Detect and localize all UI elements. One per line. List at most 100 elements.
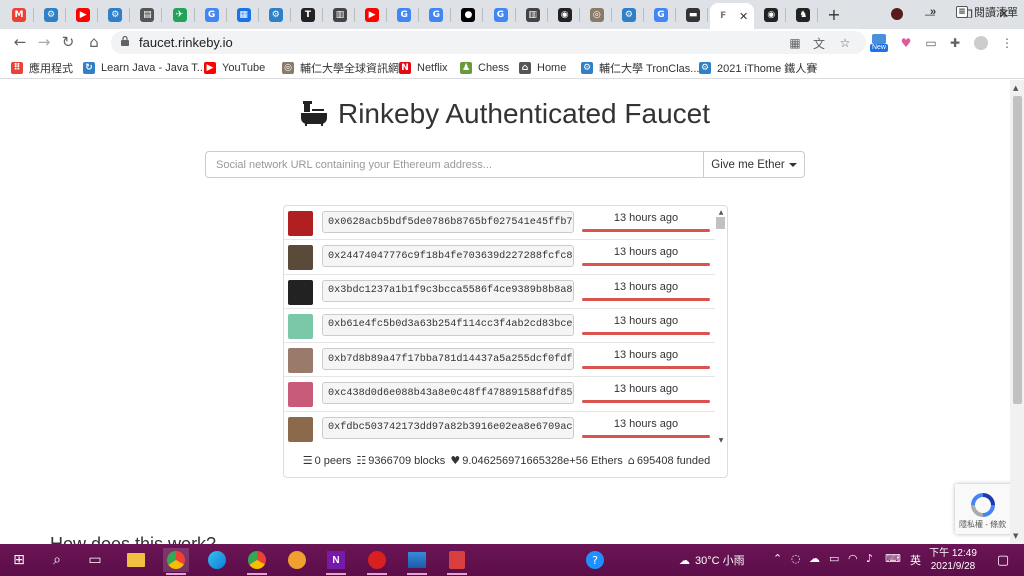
address-bar[interactable]: faucet.rinkeby.io ▦ 文 ☆ (111, 31, 866, 54)
browser-tab[interactable]: ✈ (165, 3, 195, 27)
page-scroll-down-icon[interactable]: ▼ (1013, 532, 1018, 540)
list-scroll-thumb[interactable] (716, 217, 725, 229)
page-scroll-up-icon[interactable]: ▲ (1013, 84, 1018, 92)
bookmark-item[interactable]: ◎ 輔仁大學全球資訊網 (282, 60, 399, 76)
onenote-icon[interactable]: N (323, 548, 349, 575)
ethereum-address[interactable]: 0xb61e4fc5b0d3a63b254f114cc3f4ab2cd83bce… (322, 313, 574, 336)
profile-avatar[interactable] (972, 35, 990, 51)
avatar[interactable] (288, 313, 313, 339)
ethereum-address[interactable]: 0xb7d8b89a47f17bba781d14437a5a255dcf0fdf… (322, 348, 574, 371)
browser-tab[interactable]: M (4, 3, 34, 27)
git-client-icon[interactable] (444, 548, 470, 575)
bookmark-item[interactable]: ⌂ Home (519, 60, 566, 76)
bookmark-item[interactable]: N Netflix (399, 60, 448, 76)
browser-tab[interactable]: ▬ (678, 3, 709, 27)
wifi-icon[interactable]: ◠ (848, 552, 858, 565)
recaptcha-badge[interactable]: 隱私權 - 條款 (955, 484, 1010, 534)
browser-tab[interactable]: T (293, 3, 323, 27)
browser-tab[interactable]: ▥ (518, 3, 548, 27)
ethereum-address[interactable]: 0x3bdc1237a1b1f9c3bcca5586f4ce9389b8b8a8… (322, 279, 574, 302)
new-extension-icon[interactable]: New (869, 33, 889, 53)
ethereum-address[interactable]: 0x0628acb5bdf5de0786b8765bf027541e45ffb7… (322, 211, 574, 233)
chrome-menu-icon[interactable]: ⋮ (998, 35, 1016, 51)
avatar[interactable] (288, 382, 313, 408)
new-tab-button[interactable]: + (824, 4, 844, 24)
bookmark-item[interactable]: ⠿ 應用程式 (11, 60, 73, 76)
social-url-input[interactable] (205, 151, 703, 178)
show-hidden-icons[interactable]: ⌃ (773, 552, 782, 565)
active-tab[interactable]: F ✕ (710, 3, 755, 29)
browser-tab[interactable]: ● (453, 3, 484, 27)
file-explorer-icon[interactable] (123, 548, 149, 572)
chrome-profile-taskbar-icon[interactable] (244, 548, 270, 575)
bookmark-item[interactable]: ⚙ 輔仁大學 TronClas... (581, 60, 699, 76)
avatar[interactable] (288, 245, 313, 271)
browser-tab[interactable]: ▶ (68, 3, 99, 27)
photos-icon[interactable] (404, 548, 430, 575)
back-icon[interactable]: ← (10, 32, 30, 52)
list-scrollbar[interactable]: ▲ ▼ (716, 208, 726, 444)
scroll-down-icon[interactable]: ▼ (716, 436, 726, 444)
weather-widget[interactable]: ☁ 30°C 小雨 (679, 552, 745, 568)
bookmark-item[interactable]: ▶ YouTube (204, 60, 265, 76)
cloud-icon[interactable]: ☁ (809, 552, 820, 565)
brave-browser-icon[interactable] (284, 548, 310, 572)
help-icon[interactable]: ? (582, 548, 608, 572)
browser-tab[interactable]: G (389, 3, 420, 27)
task-view-icon[interactable]: ▭ (82, 548, 108, 572)
extensions-puzzle-icon[interactable]: ✚ (946, 35, 964, 51)
bookmark-star-icon[interactable]: ☆ (837, 35, 853, 51)
browser-tab[interactable]: ◉ (756, 3, 787, 27)
ethereum-address[interactable]: 0xc438d0d6e088b43a8e0c48ff478891588fdf85… (322, 382, 574, 405)
page-scrollbar[interactable]: ▲ ▼ (1010, 80, 1024, 544)
browser-tab[interactable]: G (421, 3, 452, 27)
browser-tab[interactable]: G (486, 3, 516, 27)
page-scroll-thumb[interactable] (1013, 96, 1022, 404)
ethereum-address[interactable]: 0x24474047776c9f18b4fe703639d227288fcfc8… (322, 245, 574, 268)
translate-icon[interactable]: 文 (811, 35, 827, 51)
volume-icon[interactable]: ♪ (866, 552, 873, 565)
avatar[interactable] (288, 211, 313, 236)
avatar[interactable] (288, 348, 313, 374)
app-red-icon[interactable] (364, 548, 390, 575)
avatar[interactable] (288, 279, 313, 305)
cast-icon[interactable]: ▭ (922, 35, 940, 51)
heart-extension-icon[interactable]: ♥ (897, 35, 915, 51)
browser-tab[interactable]: G (646, 3, 676, 27)
keyboard-icon[interactable]: ⌨ (885, 552, 901, 565)
search-icon[interactable]: ⌕ (44, 548, 70, 572)
bookmark-item[interactable]: ⚙ 2021 iThome 鐵人賽 (699, 60, 817, 76)
browser-tab[interactable]: ◉ (550, 3, 580, 27)
browser-tab[interactable]: G (197, 3, 227, 27)
browser-tab[interactable]: ▶ (357, 3, 388, 27)
laptop-icon[interactable]: ▭ (829, 552, 839, 565)
browser-tab[interactable]: ▤ (132, 3, 163, 27)
scroll-up-icon[interactable]: ▲ (716, 208, 726, 216)
browser-tab[interactable]: ⚙ (36, 3, 67, 27)
browser-tab[interactable]: ⚙ (100, 3, 131, 27)
browser-tab[interactable]: ▥ (325, 3, 355, 27)
reload-icon[interactable]: ↻ (58, 32, 78, 52)
recaptcha-privacy-terms[interactable]: 隱私權 - 條款 (959, 519, 1006, 530)
windows-start-icon[interactable]: ⊞ (6, 548, 32, 572)
browser-tab[interactable]: ♞ (788, 3, 819, 27)
close-tab-icon[interactable]: ✕ (739, 10, 748, 23)
qr-code-icon[interactable]: ▦ (787, 35, 803, 51)
bookmark-item[interactable]: ↻ Learn Java - Java T... (83, 60, 206, 76)
notifications-icon[interactable]: ▢ (990, 548, 1016, 572)
ime-indicator[interactable]: 英 (910, 552, 921, 568)
onedrive-icon[interactable]: ◌ (791, 552, 801, 565)
reading-list-button[interactable]: ≡ 閱讀清單 (956, 4, 1018, 20)
system-clock[interactable]: 下午 12:49 2021/9/28 (928, 547, 978, 573)
chrome-taskbar-icon[interactable] (163, 548, 189, 575)
give-me-ether-button[interactable]: Give me Ether (703, 151, 805, 178)
profile-menu-icon[interactable] (889, 4, 905, 24)
forward-icon[interactable]: → (34, 32, 54, 52)
browser-tab[interactable]: ⚙ (261, 3, 291, 27)
requests-list[interactable]: 0x0628acb5bdf5de0786b8765bf027541e45ffb7… (284, 206, 715, 444)
home-icon[interactable]: ⌂ (84, 32, 104, 52)
bookmarks-more[interactable]: » (930, 4, 936, 20)
browser-tab[interactable]: ⚙ (614, 3, 644, 27)
edge-icon[interactable] (204, 548, 230, 572)
ethereum-address[interactable]: 0xfdbc503742173dd97a82b3916e02ea8e6709ac… (322, 416, 574, 439)
